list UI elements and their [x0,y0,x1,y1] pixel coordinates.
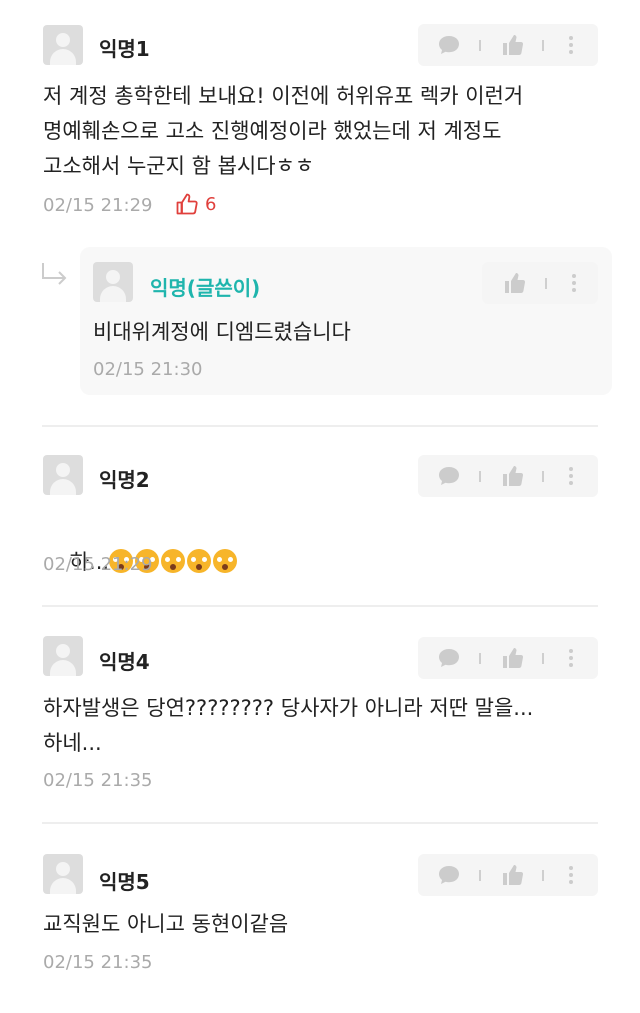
comment-time: 02/15 21:29 [43,554,153,575]
reply-arrow-icon [42,263,67,285]
thumbs-up-icon [503,35,524,55]
comment-author: 익명4 [99,650,150,674]
reply-comment: 익명(글쓴이) 비대위계정에 디엠드렸습니다 02/15 21:30 [80,247,612,395]
astonished-face-emoji [161,549,186,573]
more-vertical-icon [569,649,573,667]
comment-like-button[interactable] [494,262,536,304]
comment-text-line: 고소해서 누군지 함 봅시다ㅎㅎ [43,154,315,178]
avatar [43,455,83,495]
comment-author: 익명2 [99,468,150,492]
comment-actions [482,262,598,304]
comment-more-button[interactable] [556,262,592,304]
action-separator [479,471,481,482]
comment-text-line: 저 계정 총학한테 보내요! 이전에 허위유포 렉카 이런거 [43,84,524,108]
comment-actions [418,637,598,679]
comment-time: 02/15 21:35 [43,770,153,791]
comment-text-line: 교직원도 아니고 동현이같음 [43,912,289,936]
avatar [93,262,133,302]
comment-more-button[interactable] [553,854,589,896]
comment-actions [418,854,598,896]
comment-reply-button[interactable] [428,637,470,679]
speech-bubble-icon [439,649,459,667]
comment-like-button[interactable] [492,854,534,896]
comment-actions [418,24,598,66]
comment-like-button[interactable] [492,637,534,679]
comment-item: 익명5 교직원도 아니고 동현이같음 02/15 21:35 [0,824,640,1013]
more-vertical-icon [569,36,573,54]
comment-reply-button[interactable] [428,24,470,66]
comment-item: 익명4 하자발생은 당연???????? 당사자가 아니라 저딴 말을... 하… [0,607,640,822]
more-vertical-icon [569,866,573,884]
comment-author-writer: 익명(글쓴이) [150,276,261,300]
comment-text-line: 명예훼손으로 고소 진행예정이라 했었는데 저 계정도 [43,119,502,143]
thumbs-up-icon [503,466,524,486]
action-separator [542,40,544,51]
action-separator [545,278,547,289]
comment-actions [418,455,598,497]
thumbs-up-icon [505,273,526,293]
thumbs-up-outline-icon [176,193,198,215]
comment-time: 02/15 21:30 [93,359,203,380]
comment-more-button[interactable] [553,637,589,679]
comment-item: 익명2 하... 02/15 21:29 [0,427,640,607]
action-separator [479,870,481,881]
action-separator [479,653,481,664]
comment-like-button[interactable] [492,455,534,497]
more-vertical-icon [569,467,573,485]
action-separator [479,40,481,51]
comment-text-line: 하자발생은 당연???????? 당사자가 아니라 저딴 말을... [43,696,534,720]
thumbs-up-icon [503,865,524,885]
astonished-face-emoji [187,549,212,573]
action-separator [542,653,544,664]
astonished-face-emoji [213,549,238,573]
comment-time: 02/15 21:29 [43,195,153,216]
speech-bubble-icon [439,866,459,884]
comment-author: 익명1 [99,37,150,61]
comment-item: 익명1 저 계정 총학한테 보내요! 이전에 허위유포 렉카 이런거 명예훼손으… [0,0,640,230]
more-vertical-icon [572,274,576,292]
thumbs-up-icon [503,648,524,668]
comment-like-button[interactable] [492,24,534,66]
avatar [43,25,83,65]
avatar [43,636,83,676]
like-count-badge: 6 [175,192,216,216]
speech-bubble-icon [439,36,459,54]
action-separator [542,870,544,881]
speech-bubble-icon [439,467,459,485]
comment-more-button[interactable] [553,455,589,497]
comment-reply-button[interactable] [428,854,470,896]
comment-reply-button[interactable] [428,455,470,497]
like-count: 6 [205,193,217,215]
comment-text-line: 비대위계정에 디엠드렸습니다 [93,320,351,344]
avatar [43,854,83,894]
comment-author: 익명5 [99,870,150,894]
comment-text-line: 하네... [43,731,102,755]
comment-more-button[interactable] [553,24,589,66]
comment-time: 02/15 21:35 [43,952,153,973]
action-separator [542,471,544,482]
